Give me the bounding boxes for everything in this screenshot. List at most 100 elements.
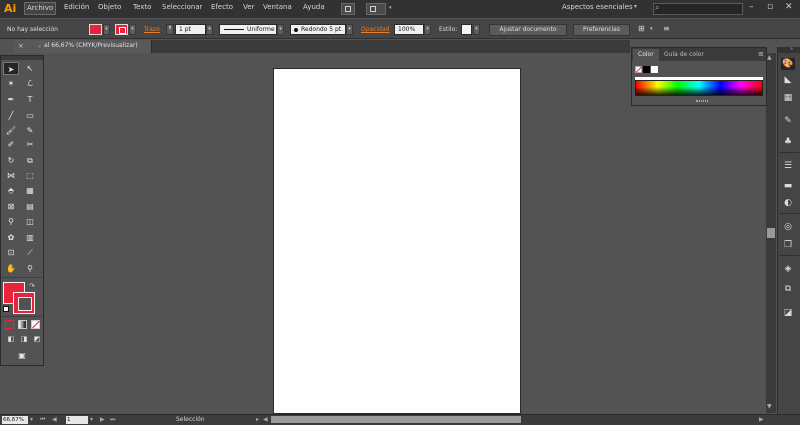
- transparency-panel-icon[interactable]: ◐: [781, 197, 795, 209]
- hand-tool-icon[interactable]: ✋: [3, 262, 19, 275]
- adjust-document-button[interactable]: Ajustar documento: [489, 24, 567, 36]
- eyedropper-tool-icon[interactable]: ⚲: [3, 215, 19, 228]
- first-artboard-icon[interactable]: ⏮: [40, 416, 45, 424]
- vertical-scroll-thumb[interactable]: [767, 228, 775, 238]
- arrange-documents-button[interactable]: [366, 3, 386, 15]
- artboard-dropdown-icon[interactable]: ▾: [90, 416, 93, 423]
- style-swatch[interactable]: [461, 24, 472, 35]
- control-panel-menu-icon[interactable]: ≡: [663, 24, 670, 33]
- last-artboard-icon[interactable]: ⏭: [110, 416, 115, 424]
- brush-dropdown[interactable]: ▾: [346, 24, 353, 35]
- stroke-profile-select[interactable]: Uniforme: [219, 24, 277, 35]
- stroke-weight-dropdown[interactable]: ▾: [206, 24, 213, 35]
- pen-tool-icon[interactable]: ✒: [3, 93, 19, 106]
- menu-edicion[interactable]: Edición: [64, 3, 89, 11]
- prev-artboard-icon[interactable]: ◀: [52, 416, 57, 423]
- stroke-weight-field[interactable]: 1 pt: [175, 24, 206, 35]
- scissors-tool-icon[interactable]: ✂: [22, 138, 38, 151]
- appearance-panel-icon[interactable]: ◎: [781, 221, 795, 233]
- none-color-icon[interactable]: [635, 66, 643, 73]
- panel-menu-icon[interactable]: ≡: [758, 50, 764, 58]
- stroke-profile-dropdown[interactable]: ▾: [277, 24, 284, 35]
- perspective-grid-tool-icon[interactable]: ▦: [22, 184, 38, 197]
- selection-tool-icon[interactable]: ➤: [3, 62, 19, 75]
- menu-ventana[interactable]: Ventana: [263, 3, 292, 11]
- slice-tool-icon[interactable]: ⟋: [22, 246, 38, 259]
- scroll-up-icon[interactable]: ▲: [767, 54, 772, 61]
- symbol-sprayer-tool-icon[interactable]: ✿: [3, 231, 19, 244]
- fill-dropdown-arrow[interactable]: ▾: [103, 24, 110, 35]
- tab-color-guide[interactable]: Guía de color: [664, 51, 704, 58]
- menu-ver[interactable]: Ver: [243, 3, 254, 11]
- align-options-icon[interactable]: ⊞: [638, 24, 645, 33]
- workspace-switcher[interactable]: Aspectos esenciales: [562, 3, 633, 11]
- opacity-field[interactable]: 100%: [394, 24, 424, 35]
- zoom-field[interactable]: 66,67%: [2, 416, 28, 424]
- stroke-link[interactable]: Trazo: [144, 26, 160, 33]
- gradient-mode-icon[interactable]: [18, 320, 27, 329]
- type-tool-icon[interactable]: T: [22, 93, 38, 106]
- stroke-panel-icon[interactable]: ☰: [781, 160, 795, 172]
- style-dropdown[interactable]: ▾: [473, 24, 480, 35]
- bridge-button[interactable]: [341, 3, 355, 15]
- artboards-panel-icon[interactable]: ⧉: [781, 283, 795, 295]
- search-input[interactable]: [653, 3, 743, 15]
- menu-efecto[interactable]: Efecto: [211, 3, 233, 11]
- magic-wand-tool-icon[interactable]: ✶: [3, 77, 19, 90]
- pencil-tool-icon[interactable]: ✎: [22, 124, 38, 137]
- artboard-tool-icon[interactable]: ⊡: [3, 246, 19, 259]
- swap-fill-stroke-icon[interactable]: ↷: [29, 282, 35, 290]
- menu-texto[interactable]: Texto: [133, 3, 151, 11]
- maximize-button[interactable]: ▫: [767, 2, 773, 12]
- opacity-dropdown[interactable]: ▾: [424, 24, 431, 35]
- shape-builder-tool-icon[interactable]: ⬘: [3, 184, 19, 197]
- mesh-tool-icon[interactable]: ⊠: [3, 200, 19, 213]
- free-transform-tool-icon[interactable]: ⬚: [22, 169, 38, 182]
- preferences-button[interactable]: Preferencias: [573, 24, 630, 36]
- opacity-link[interactable]: Opacidad: [361, 26, 389, 33]
- tools-collapse-icon[interactable]: «: [38, 44, 41, 50]
- workspace-caret-icon[interactable]: ▾: [634, 3, 637, 10]
- stroke-color-swatch[interactable]: [115, 24, 128, 35]
- close-button[interactable]: ✕: [785, 2, 793, 12]
- layers-panel-icon[interactable]: ◈: [781, 263, 795, 275]
- stroke-swatch[interactable]: [13, 292, 35, 314]
- artboard[interactable]: [273, 68, 521, 414]
- align-options-caret-icon[interactable]: ▾: [650, 26, 653, 32]
- scale-tool-icon[interactable]: ⧉: [22, 154, 38, 167]
- scroll-left-icon[interactable]: ◀: [263, 416, 268, 423]
- close-tab-icon[interactable]: ×: [18, 42, 24, 50]
- rectangle-tool-icon[interactable]: ▭: [22, 109, 38, 122]
- white-color-icon[interactable]: [651, 66, 658, 73]
- rotate-tool-icon[interactable]: ↻: [3, 154, 19, 167]
- menu-archivo[interactable]: Archivo: [24, 2, 57, 15]
- graphic-styles-icon[interactable]: ❐: [781, 239, 795, 251]
- color-spectrum[interactable]: [635, 80, 763, 96]
- symbols-icon[interactable]: ♣: [781, 136, 795, 148]
- blob-brush-tool-icon[interactable]: ✐: [3, 138, 19, 151]
- brushes-icon[interactable]: ✎: [781, 115, 795, 127]
- stroke-dropdown-arrow[interactable]: ▾: [129, 24, 136, 35]
- tab-color[interactable]: Color: [633, 49, 659, 61]
- scroll-down-icon[interactable]: ▼: [767, 403, 772, 410]
- draw-inside-icon[interactable]: ◩: [29, 333, 45, 346]
- gradient-tool-icon[interactable]: ▤: [22, 200, 38, 213]
- color-mode-icon[interactable]: [5, 320, 14, 329]
- next-artboard-icon[interactable]: ▶: [100, 416, 105, 423]
- column-graph-tool-icon[interactable]: ▥: [22, 231, 38, 244]
- screen-mode-icon[interactable]: ▣: [12, 349, 32, 362]
- gradient-panel-icon[interactable]: ▬: [781, 180, 795, 192]
- status-menu-icon[interactable]: ▸: [256, 416, 259, 423]
- zoom-tool-icon[interactable]: ⚲: [22, 262, 38, 275]
- color-guide-icon[interactable]: ◣: [781, 74, 795, 86]
- pathfinder-icon[interactable]: ◪: [781, 307, 795, 319]
- default-colors-icon[interactable]: [3, 306, 9, 312]
- blend-tool-icon[interactable]: ◫: [22, 215, 38, 228]
- color-panel-icon[interactable]: 🎨: [781, 58, 795, 70]
- width-tool-icon[interactable]: ⋈: [3, 169, 19, 182]
- menu-objeto[interactable]: Objeto: [98, 3, 121, 11]
- stroke-weight-stepper[interactable]: ⬍: [166, 24, 174, 35]
- paintbrush-tool-icon[interactable]: 🖌: [3, 124, 19, 137]
- fill-color-swatch[interactable]: [89, 24, 102, 35]
- panel-resize-grip[interactable]: [696, 100, 708, 102]
